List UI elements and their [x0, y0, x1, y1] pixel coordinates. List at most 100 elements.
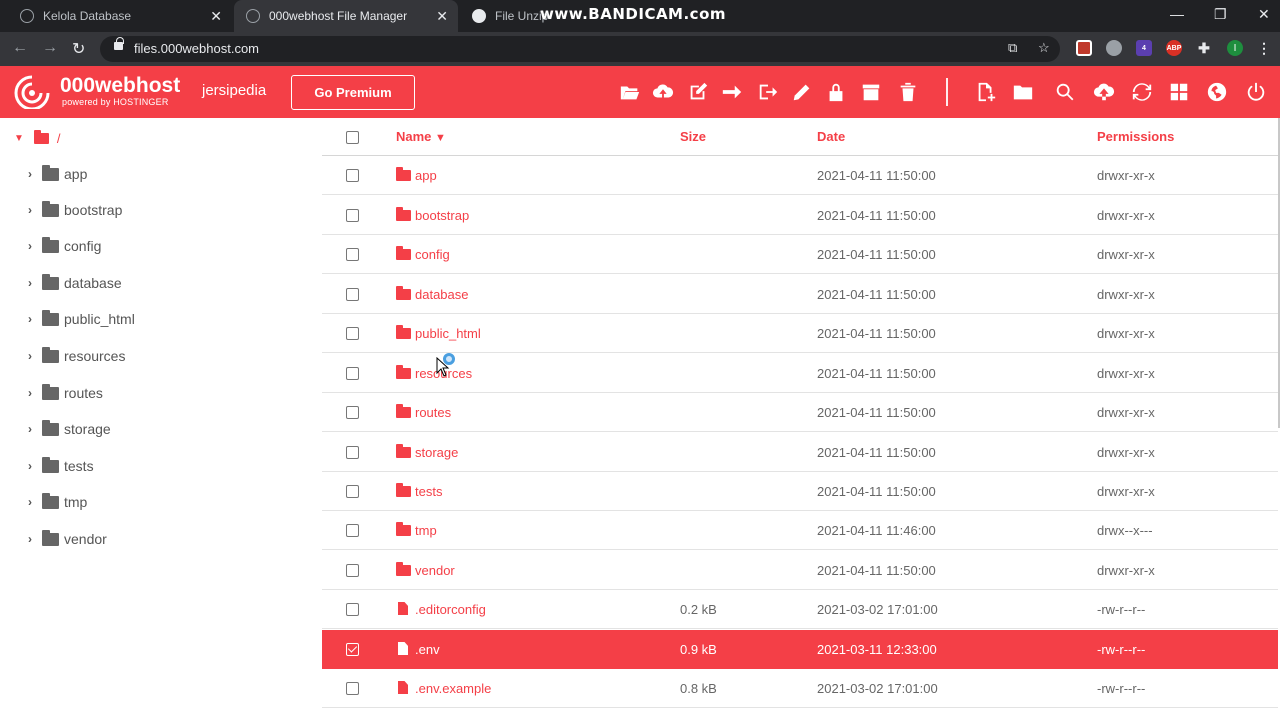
file-name-link[interactable]: config [396, 246, 450, 262]
chevron-right-icon[interactable]: › [28, 495, 42, 509]
row-checkbox[interactable] [346, 682, 359, 695]
refresh-icon[interactable] [1130, 80, 1154, 104]
tree-item-vendor[interactable]: › vendor [28, 528, 107, 550]
table-row[interactable]: tests 2021-04-11 11:50:00 drwxr-xr-x [322, 472, 1278, 511]
table-row[interactable]: database 2021-04-11 11:50:00 drwxr-xr-x [322, 275, 1278, 314]
table-row[interactable]: bootstrap 2021-04-11 11:50:00 drwxr-xr-x [322, 196, 1278, 235]
tree-item-app[interactable]: › app [28, 163, 87, 185]
puzzle-icon[interactable]: ✚ [1196, 40, 1212, 56]
file-name-link[interactable]: public_html [396, 325, 481, 341]
new-file-icon[interactable] [974, 80, 998, 104]
extension-icon[interactable] [1076, 40, 1092, 56]
exit-icon[interactable] [756, 80, 780, 104]
power-icon[interactable] [1244, 80, 1268, 104]
reload-icon[interactable]: ↻ [72, 39, 85, 59]
restore-icon[interactable]: ❐ [1214, 6, 1227, 23]
table-row[interactable]: app 2021-04-11 11:50:00 drwxr-xr-x [322, 156, 1278, 195]
chevron-right-icon[interactable]: › [28, 532, 42, 546]
row-checkbox[interactable] [346, 564, 359, 577]
open-folder-icon[interactable] [618, 80, 642, 104]
table-row[interactable]: resources 2021-04-11 11:50:00 drwxr-xr-x [322, 354, 1278, 393]
table-row[interactable]: .env.example 0.8 kB 2021-03-02 17:01:00 … [322, 669, 1278, 708]
table-row[interactable]: vendor 2021-04-11 11:50:00 drwxr-xr-x [322, 551, 1278, 590]
file-permissions[interactable]: drwxr-xr-x [1097, 445, 1155, 460]
file-permissions[interactable]: drwxr-xr-x [1097, 287, 1155, 302]
file-name-link[interactable]: routes [396, 404, 451, 420]
file-name-link[interactable]: vendor [396, 562, 455, 578]
chevron-right-icon[interactable]: › [28, 167, 42, 181]
menu-icon[interactable]: ⋮ [1256, 40, 1272, 56]
row-checkbox[interactable] [346, 327, 359, 340]
grid-view-icon[interactable] [1167, 80, 1191, 104]
address-bar[interactable]: files.000webhost.com ⧉ ☆ [100, 36, 1060, 62]
new-folder-icon[interactable] [1011, 80, 1035, 104]
file-permissions[interactable]: -rw-r--r-- [1097, 681, 1145, 696]
window-close-icon[interactable]: ✕ [1258, 6, 1270, 23]
table-row[interactable]: tmp 2021-04-11 11:46:00 drwx--x--- [322, 511, 1278, 550]
file-name-link[interactable]: .env [396, 642, 440, 657]
lock-icon[interactable] [824, 80, 848, 104]
row-checkbox[interactable] [346, 524, 359, 537]
trash-icon[interactable] [896, 80, 920, 104]
file-name-link[interactable]: resources [396, 365, 472, 381]
file-permissions[interactable]: drwxr-xr-x [1097, 247, 1155, 262]
archive-icon[interactable] [859, 80, 883, 104]
file-name-link[interactable]: .env.example [396, 681, 491, 696]
tree-item-routes[interactable]: › routes [28, 382, 103, 404]
file-permissions[interactable]: drwxr-xr-x [1097, 168, 1155, 183]
column-date-header[interactable]: Date [817, 129, 845, 144]
tree-item-resources[interactable]: › resources [28, 345, 125, 367]
table-row[interactable]: public_html 2021-04-11 11:50:00 drwxr-xr… [322, 314, 1278, 353]
tab-file-manager[interactable]: 000webhost File Manager ✕ [234, 0, 458, 32]
row-checkbox[interactable] [346, 406, 359, 419]
tree-item-database[interactable]: › database [28, 272, 122, 294]
close-icon[interactable]: ✕ [436, 8, 448, 25]
column-permissions-header[interactable]: Permissions [1097, 129, 1174, 144]
tree-item-tests[interactable]: › tests [28, 455, 94, 477]
row-checkbox[interactable] [346, 288, 359, 301]
row-checkbox[interactable] [346, 169, 359, 182]
tree-item-storage[interactable]: › storage [28, 418, 111, 440]
row-checkbox[interactable] [346, 643, 359, 656]
table-row[interactable]: config 2021-04-11 11:50:00 drwxr-xr-x [322, 235, 1278, 274]
back-icon[interactable]: ← [12, 39, 28, 57]
column-name-header[interactable]: Name ▼ [396, 129, 446, 144]
table-row[interactable]: .editorconfig 0.2 kB 2021-03-02 17:01:00… [322, 590, 1278, 629]
table-row[interactable]: storage 2021-04-11 11:50:00 drwxr-xr-x [322, 433, 1278, 472]
forward-icon[interactable]: → [42, 39, 58, 57]
chevron-down-icon[interactable]: ▼ [14, 133, 24, 144]
row-checkbox[interactable] [346, 209, 359, 222]
chevron-right-icon[interactable]: › [28, 203, 42, 217]
adblock-icon[interactable]: ABP [1166, 40, 1182, 56]
tree-item-tmp[interactable]: › tmp [28, 491, 87, 513]
row-checkbox[interactable] [346, 603, 359, 616]
tree-item-public-html[interactable]: › public_html [28, 308, 135, 330]
tree-root[interactable]: ▼ / [14, 128, 61, 148]
minimize-icon[interactable]: — [1170, 6, 1184, 22]
tree-item-config[interactable]: › config [28, 235, 101, 257]
bookmark-star-icon[interactable]: ☆ [1038, 40, 1050, 56]
file-name-link[interactable]: .editorconfig [396, 602, 486, 617]
upload-icon[interactable] [1092, 80, 1116, 104]
column-size-header[interactable]: Size [680, 129, 706, 144]
chevron-right-icon[interactable]: › [28, 386, 42, 400]
close-icon[interactable]: ✕ [210, 8, 222, 25]
chevron-right-icon[interactable]: › [28, 276, 42, 290]
file-permissions[interactable]: drwx--x--- [1097, 523, 1153, 538]
file-permissions[interactable]: drwxr-xr-x [1097, 405, 1155, 420]
file-name-link[interactable]: app [396, 167, 437, 183]
edit-icon[interactable] [686, 80, 710, 104]
file-permissions[interactable]: drwxr-xr-x [1097, 484, 1155, 499]
select-all-checkbox[interactable] [346, 131, 359, 144]
chevron-right-icon[interactable]: › [28, 239, 42, 253]
file-name-link[interactable]: tests [396, 483, 442, 499]
file-permissions[interactable]: drwxr-xr-x [1097, 366, 1155, 381]
file-permissions[interactable]: drwxr-xr-x [1097, 208, 1155, 223]
file-permissions[interactable]: drwxr-xr-x [1097, 326, 1155, 341]
chevron-right-icon[interactable]: › [28, 422, 42, 436]
file-name-link[interactable]: tmp [396, 522, 437, 538]
upload-cloud-icon[interactable] [651, 80, 675, 104]
row-checkbox[interactable] [346, 248, 359, 261]
translate-icon[interactable]: ⧉ [1008, 40, 1017, 56]
tree-item-bootstrap[interactable]: › bootstrap [28, 199, 122, 221]
